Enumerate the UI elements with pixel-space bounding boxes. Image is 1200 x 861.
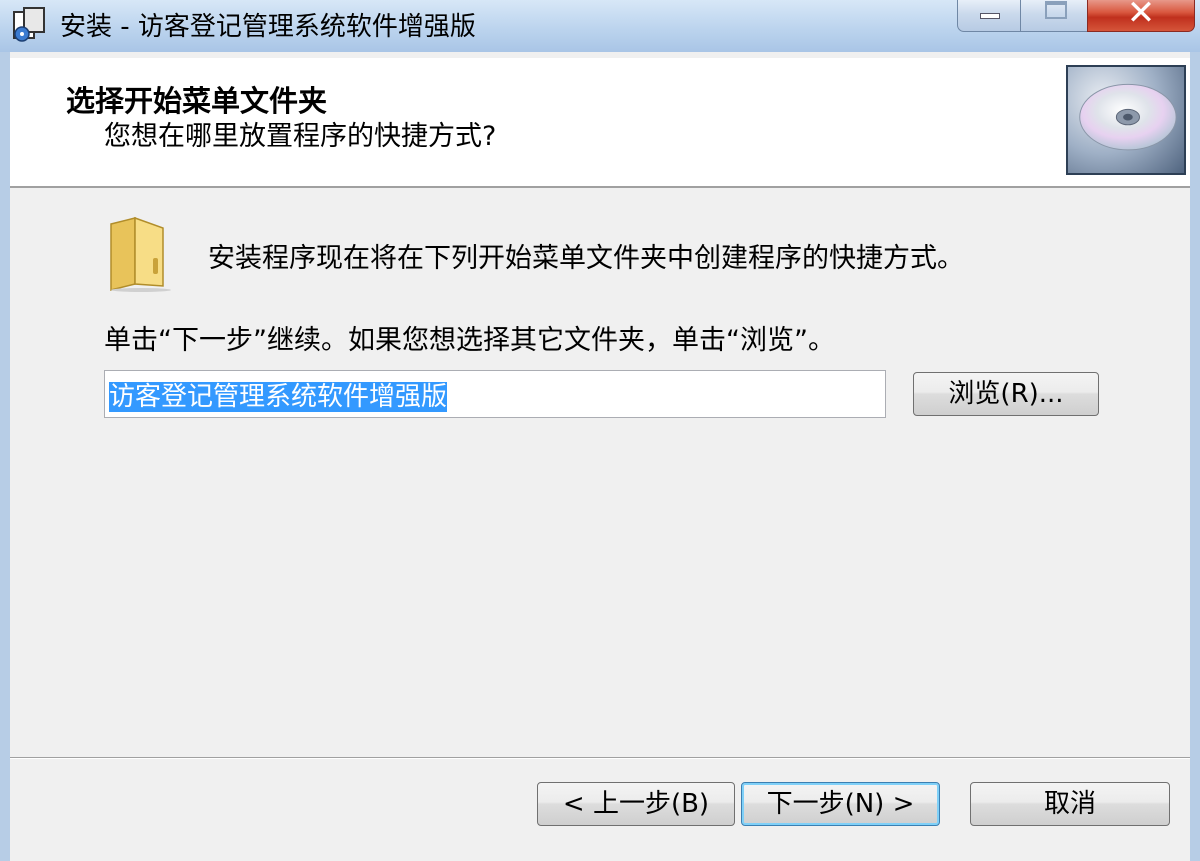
minimize-icon (980, 13, 1000, 19)
wizard-header: 选择开始菜单文件夹 您想在哪里放置程序的快捷方式? (10, 58, 1190, 188)
title-bar: 安装 - 访客登记管理系统软件增强版 ✕ (0, 0, 1200, 52)
window-title: 安装 - 访客登记管理系统软件增强版 (60, 12, 476, 42)
cancel-button[interactable]: 取消 (970, 782, 1170, 826)
info-text: 安装程序现在将在下列开始菜单文件夹中创建程序的快捷方式。 (208, 243, 964, 274)
cd-disc-icon (1066, 65, 1186, 175)
maximize-button[interactable] (1020, 0, 1088, 32)
close-button[interactable]: ✕ (1087, 0, 1195, 33)
back-button[interactable]: < 上一步(B) (537, 782, 735, 826)
maximize-icon (1045, 1, 1067, 19)
folder-name-value: 访客登记管理系统软件增强版 (109, 382, 448, 412)
page-subtitle: 您想在哪里放置程序的快捷方式? (104, 121, 497, 152)
start-menu-folder-input[interactable]: 访客登记管理系统软件增强版 (104, 370, 886, 418)
instruction-text: 单击“下一步”继续。如果您想选择其它文件夹，单击“浏览”。 (104, 325, 835, 356)
next-button[interactable]: 下一步(N) > (741, 782, 940, 826)
footer-divider (10, 757, 1190, 759)
minimize-button[interactable] (957, 0, 1021, 32)
browse-button[interactable]: 浏览(R)... (913, 372, 1099, 416)
folder-icon (110, 216, 171, 292)
installer-app-icon (13, 7, 45, 42)
close-icon: ✕ (1126, 0, 1156, 33)
